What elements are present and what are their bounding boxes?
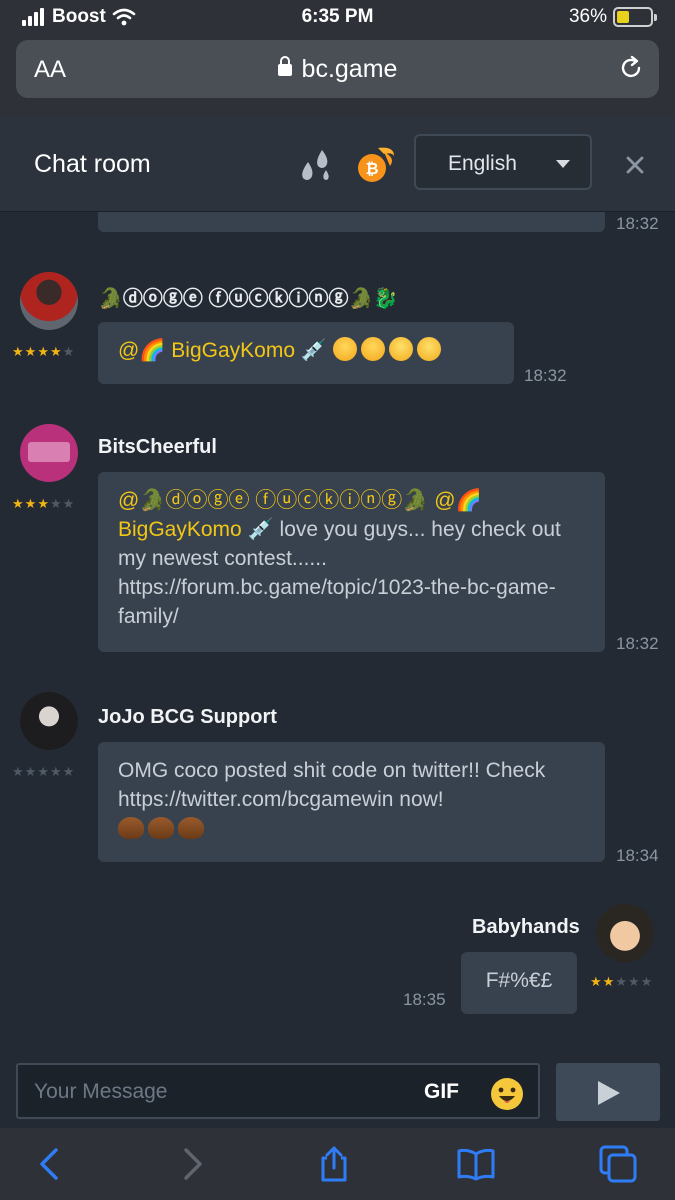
- message-text: F#%€£: [485, 969, 553, 992]
- message-text: 💉: [300, 339, 328, 362]
- message-item: ★ ★ ★ ★ ★ Babyhands F#%€£ 18:35: [0, 904, 675, 1024]
- url-display[interactable]: bc.game: [16, 55, 659, 84]
- username[interactable]: JoJo BCG Support: [98, 706, 277, 729]
- avatar[interactable]: [596, 904, 654, 962]
- send-icon: [598, 1081, 620, 1105]
- grin-emoji-icon: [416, 337, 441, 361]
- browser-bar: AA bc.game: [0, 36, 675, 116]
- rating-stars: ★ ★ ★ ★ ★: [12, 344, 75, 359]
- mention[interactable]: @🐊ⓓⓞⓖⓔ ⓕⓤⓒⓚⓘⓝⓖ🐊: [118, 489, 428, 512]
- avatar[interactable]: [20, 424, 78, 482]
- composer: Your Message GIF: [0, 1060, 675, 1128]
- message-time: 18:32: [616, 214, 659, 233]
- poop-emoji-icon: [148, 817, 174, 839]
- rain-icon[interactable]: [296, 146, 336, 186]
- rating-stars: ★ ★ ★ ★ ★: [12, 496, 75, 511]
- share-icon[interactable]: [314, 1144, 354, 1184]
- bookmarks-icon[interactable]: [456, 1144, 496, 1184]
- lock-icon: [277, 56, 292, 76]
- reload-icon[interactable]: [617, 54, 645, 82]
- message-bubble: @🐊ⓓⓞⓖⓔ ⓕⓤⓒⓚⓘⓝⓖ🐊 @🌈 BigGayKomo 💉 love you…: [98, 472, 605, 652]
- username[interactable]: Babyhands: [472, 916, 580, 939]
- message-time: 18:34: [616, 846, 659, 865]
- message-time: 18:32: [616, 634, 659, 653]
- message-bubble: [98, 212, 605, 232]
- message-bubble: @🌈 BigGayKomo 💉: [98, 322, 514, 384]
- chat-header: Chat room ₿ English: [0, 116, 675, 212]
- back-icon[interactable]: [30, 1144, 70, 1184]
- address-bar[interactable]: AA bc.game: [16, 40, 659, 98]
- url-text: bc.game: [301, 55, 398, 83]
- message-bubble: F#%€£: [461, 952, 577, 1014]
- rofl-emoji-icon: [332, 337, 357, 361]
- message-list[interactable]: 18:32 ★ ★ ★ ★ ★ 🐊ⓓⓞⓖⓔ ⓕⓤⓒⓚⓘⓝⓖ🐊🐉 @🌈 BigGayKom…: [0, 212, 675, 1060]
- status-right: 36%: [568, 6, 657, 28]
- message-bubble: OMG coco posted shit code on twitter!! C…: [98, 742, 605, 862]
- message-item: ★ ★ ★ ★ ★ 🐊ⓓⓞⓖⓔ ⓕⓤⓒⓚⓘⓝⓖ🐊🐉 @🌈 BigGayKomo 💉 18…: [0, 270, 675, 390]
- poop-emoji-icon: [178, 817, 204, 839]
- message-placeholder: Your Message: [34, 1080, 168, 1103]
- smiley-icon[interactable]: [490, 1077, 524, 1111]
- rofl-emoji-icon: [360, 337, 385, 361]
- bitcoin-coin-icon[interactable]: ₿: [354, 144, 396, 186]
- avatar[interactable]: [20, 692, 78, 750]
- language-select[interactable]: English: [414, 134, 592, 190]
- gif-button[interactable]: GIF: [424, 1080, 459, 1104]
- chat-title: Chat room: [34, 150, 151, 178]
- message-time: 18:35: [403, 990, 446, 1009]
- message-item: ★ ★ ★ ★ ★ BitsCheerful @🐊ⓓⓞⓖⓔ ⓕⓤⓒⓚⓘⓝⓖ🐊 @🌈 Bi…: [0, 424, 675, 664]
- rating-stars: ★ ★ ★ ★ ★: [590, 974, 653, 989]
- mention[interactable]: @🌈 BigGayKomo: [118, 339, 295, 362]
- grin-emoji-icon: [388, 337, 413, 361]
- language-label: English: [448, 152, 517, 175]
- message-item: 18:32: [0, 212, 675, 242]
- close-icon[interactable]: [622, 152, 648, 178]
- chevron-down-icon: [556, 160, 570, 168]
- svg-text:₿: ₿: [365, 160, 378, 178]
- browser-toolbar: [0, 1128, 675, 1200]
- username[interactable]: 🐊ⓓⓞⓖⓔ ⓕⓤⓒⓚⓘⓝⓖ🐊🐉: [98, 282, 398, 311]
- battery-level: [617, 11, 629, 23]
- battery-percent: 36%: [568, 6, 607, 27]
- rating-stars: ★ ★ ★ ★ ★: [12, 764, 75, 779]
- forward-icon[interactable]: [172, 1144, 212, 1184]
- avatar[interactable]: [20, 272, 78, 330]
- message-time: 18:32: [524, 366, 567, 385]
- send-button[interactable]: [556, 1063, 660, 1121]
- battery-icon: [613, 7, 657, 27]
- message-item: ★ ★ ★ ★ ★ JoJo BCG Support OMG coco posted s…: [0, 692, 675, 872]
- poop-emoji-icon: [118, 817, 144, 839]
- status-bar: Boost 6:35 PM 36%: [0, 0, 675, 36]
- message-text: OMG coco posted shit code on twitter!! C…: [118, 759, 546, 811]
- tabs-icon[interactable]: [598, 1144, 638, 1184]
- username[interactable]: BitsCheerful: [98, 436, 217, 459]
- message-input[interactable]: Your Message GIF: [16, 1063, 540, 1119]
